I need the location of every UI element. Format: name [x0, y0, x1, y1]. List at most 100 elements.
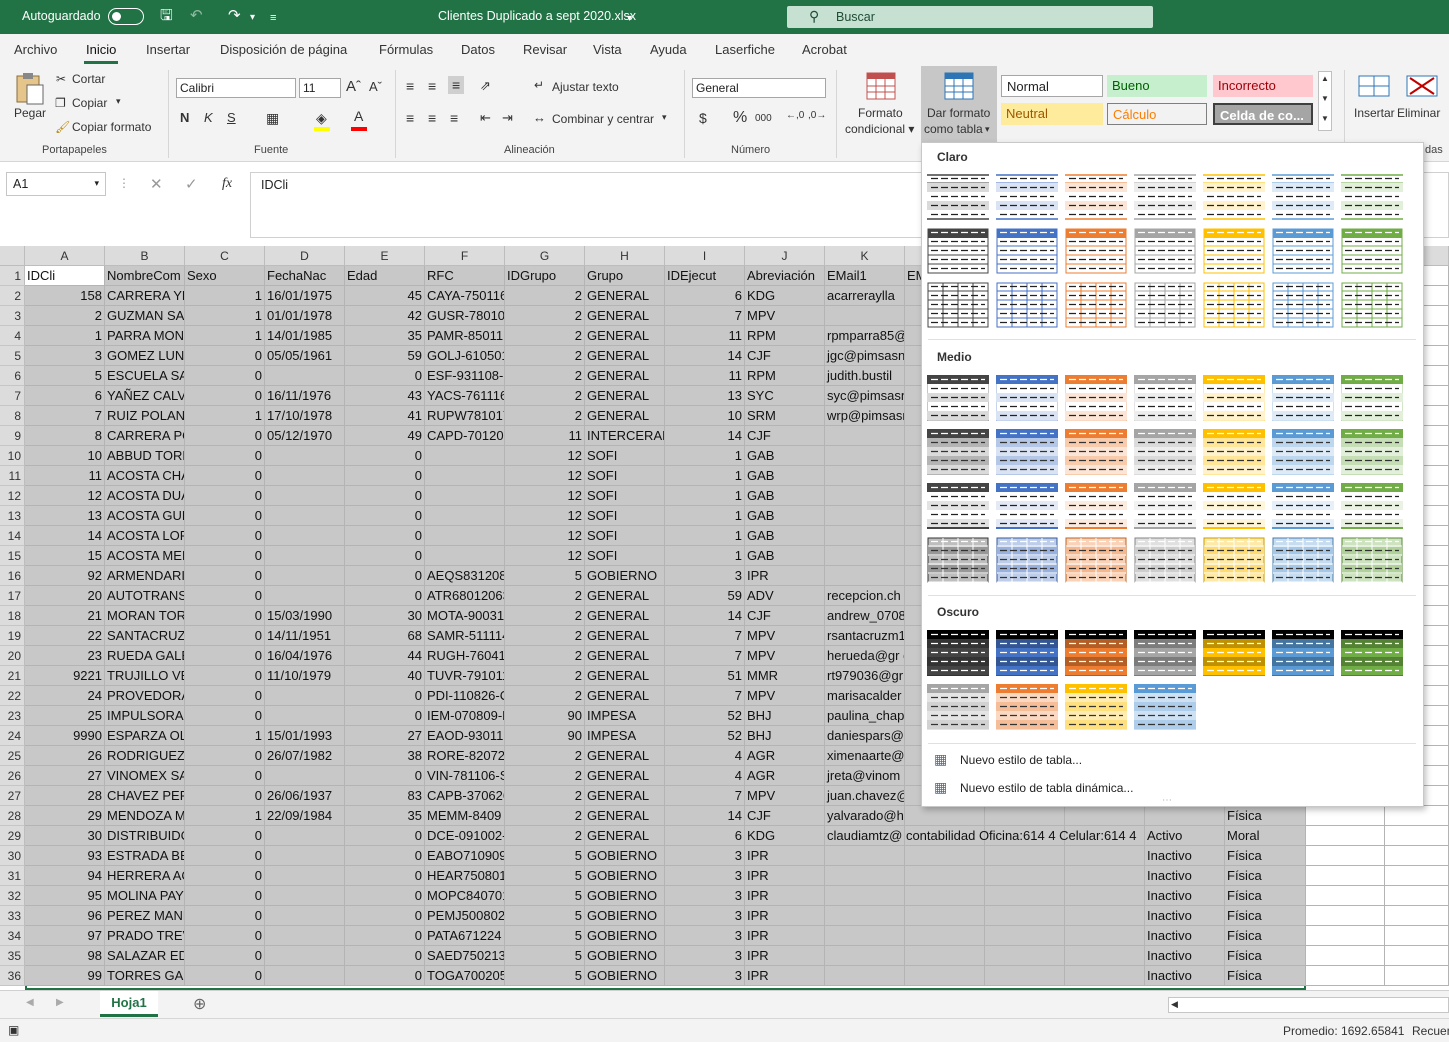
table-cell[interactable]: 5 — [505, 926, 585, 946]
font-size-select[interactable]: 11 — [299, 78, 341, 98]
table-cell[interactable] — [1306, 966, 1385, 986]
table-cell[interactable] — [265, 546, 345, 566]
row-header[interactable]: 23 — [0, 706, 25, 726]
table-cell[interactable] — [1385, 846, 1449, 866]
table-cell[interactable] — [825, 486, 905, 506]
table-cell[interactable]: 1 — [665, 506, 745, 526]
font-name-select[interactable]: Calibri — [176, 78, 296, 98]
confirm-icon[interactable]: ✓ — [185, 175, 198, 193]
table-cell[interactable] — [1065, 926, 1145, 946]
table-cell[interactable]: marisacalder — [825, 686, 905, 706]
table-cell[interactable]: 13 — [665, 386, 745, 406]
redo-dropdown-icon[interactable]: ▾ — [250, 9, 255, 27]
table-cell[interactable]: 29 — [25, 806, 105, 826]
table-style-thumbnail[interactable] — [927, 630, 989, 676]
table-cell[interactable]: 0 — [345, 846, 425, 866]
table-cell[interactable]: 21 — [25, 606, 105, 626]
table-cell[interactable]: GENERAL — [585, 686, 665, 706]
paste-icon[interactable] — [14, 72, 46, 106]
table-cell[interactable]: 0 — [345, 886, 425, 906]
table-cell[interactable]: 23 — [25, 646, 105, 666]
table-cell[interactable]: 1 — [665, 446, 745, 466]
tab-archivo[interactable]: Archivo — [14, 42, 57, 57]
table-cell[interactable]: Inactivo — [1145, 906, 1225, 926]
table-style-thumbnail[interactable] — [1272, 282, 1334, 328]
table-cell[interactable]: 0 — [185, 346, 265, 366]
row-header[interactable]: 16 — [0, 566, 25, 586]
table-cell[interactable] — [905, 966, 985, 986]
table-cell[interactable]: 17/10/1978 — [265, 406, 345, 426]
table-cell[interactable]: 0 — [345, 546, 425, 566]
row-header[interactable]: 35 — [0, 946, 25, 966]
table-cell[interactable]: IPR — [745, 866, 825, 886]
table-style-thumbnail[interactable] — [996, 429, 1058, 475]
style-celda-control[interactable]: Celda de co... — [1213, 103, 1313, 125]
table-cell[interactable] — [1065, 906, 1145, 926]
table-cell[interactable] — [1065, 966, 1145, 986]
tab-insertar[interactable]: Insertar — [146, 42, 190, 57]
table-cell[interactable]: Inactivo — [1145, 966, 1225, 986]
row-header[interactable]: 7 — [0, 386, 25, 406]
search-box[interactable]: ⚲ Buscar — [787, 6, 1153, 28]
table-cell[interactable]: GUZMAN SAI — [105, 306, 185, 326]
table-cell[interactable]: 2 — [505, 366, 585, 386]
table-cell[interactable]: Abreviación — [745, 266, 825, 286]
table-cell[interactable]: GOBIERNO — [585, 846, 665, 866]
table-cell[interactable]: 2 — [505, 646, 585, 666]
sheet-tab-hoja1[interactable]: Hoja1 — [100, 991, 158, 1017]
scroll-down-icon[interactable]: ▼ — [1321, 94, 1329, 103]
table-cell[interactable] — [985, 966, 1065, 986]
table-cell[interactable]: IPR — [745, 846, 825, 866]
row-header[interactable]: 3 — [0, 306, 25, 326]
table-style-thumbnail[interactable] — [927, 228, 989, 274]
table-cell[interactable]: 5 — [505, 846, 585, 866]
table-cell[interactable]: 26/06/1937 — [265, 786, 345, 806]
table-cell[interactable]: 25 — [25, 706, 105, 726]
table-cell[interactable]: 5 — [505, 906, 585, 926]
format-as-table-button[interactable]: Dar formato como tabla ▾ — [921, 66, 997, 142]
row-header[interactable]: 2 — [0, 286, 25, 306]
table-cell[interactable]: GOBIERNO — [585, 866, 665, 886]
scroll-up-icon[interactable]: ▲ — [1321, 74, 1329, 83]
table-cell[interactable] — [1385, 906, 1449, 926]
table-cell[interactable]: MPV — [745, 786, 825, 806]
row-header[interactable]: 32 — [0, 886, 25, 906]
column-header[interactable]: I — [665, 246, 745, 266]
table-cell[interactable]: 7 — [665, 626, 745, 646]
table-cell[interactable]: SOFI — [585, 546, 665, 566]
table-cell[interactable]: 0 — [345, 706, 425, 726]
table-cell[interactable]: Física — [1225, 966, 1306, 986]
table-cell[interactable]: jgc@pimsasnc — [825, 346, 905, 366]
title-dropdown-icon[interactable]: ▾ — [627, 10, 632, 28]
table-cell[interactable]: NombreCom — [105, 266, 185, 286]
table-style-thumbnail[interactable] — [1065, 174, 1127, 220]
table-cell[interactable]: TRUJILLO VEI — [105, 666, 185, 686]
table-cell[interactable]: MPV — [745, 686, 825, 706]
table-cell[interactable]: RPM — [745, 326, 825, 346]
table-cell[interactable]: 0 — [345, 686, 425, 706]
table-cell[interactable]: GENERAL — [585, 326, 665, 346]
currency-button[interactable]: $ — [699, 110, 707, 126]
table-cell[interactable]: rpmparra85@rp — [825, 326, 905, 346]
column-header[interactable]: C — [185, 246, 265, 266]
table-cell[interactable]: 24 — [25, 686, 105, 706]
table-cell[interactable]: judith.bustil — [825, 366, 905, 386]
table-cell[interactable]: 16/11/1976 — [265, 386, 345, 406]
table-cell[interactable]: 6 — [665, 826, 745, 846]
table-style-thumbnail[interactable] — [926, 374, 990, 422]
table-style-thumbnail[interactable] — [1065, 429, 1127, 475]
table-cell[interactable] — [825, 946, 905, 966]
table-cell[interactable]: AGR — [745, 766, 825, 786]
table-cell[interactable]: GAB — [745, 506, 825, 526]
table-cell[interactable]: 0 — [345, 566, 425, 586]
table-cell[interactable]: MPV — [745, 626, 825, 646]
table-cell[interactable]: CJF — [745, 606, 825, 626]
table-style-thumbnail[interactable] — [927, 429, 989, 475]
table-cell[interactable]: 1 — [185, 326, 265, 346]
table-cell[interactable]: 97 — [25, 926, 105, 946]
table-cell[interactable] — [1306, 906, 1385, 926]
table-cell[interactable]: EMail1 — [825, 266, 905, 286]
table-cell[interactable]: 0 — [185, 386, 265, 406]
table-style-thumbnail[interactable] — [1065, 483, 1127, 529]
scroll-left-icon[interactable]: ◀ — [1171, 999, 1178, 1010]
